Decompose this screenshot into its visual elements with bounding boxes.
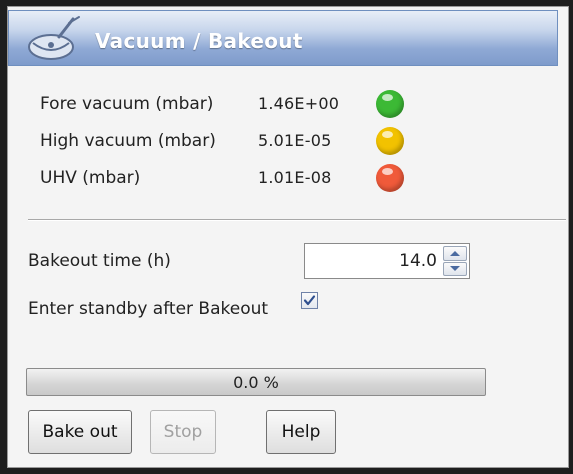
fore-vacuum-value: 1.46E+00	[258, 94, 340, 113]
high-vacuum-value: 5.01E-05	[258, 131, 332, 150]
standby-after-bakeout-label: Enter standby after Bakeout	[28, 299, 269, 319]
help-button[interactable]: Help	[266, 410, 336, 454]
vacuum-gauge-icon	[23, 13, 85, 69]
chevron-down-icon	[450, 266, 460, 272]
increment-button[interactable]	[443, 246, 467, 261]
vacuum-bakeout-panel	[7, 6, 569, 468]
high-vacuum-status-led	[376, 127, 404, 155]
checkmark-icon	[303, 295, 316, 306]
uhv-value: 1.01E-08	[258, 168, 332, 187]
bakeout-time-spinner	[443, 246, 467, 276]
stop-button[interactable]: Stop	[150, 410, 216, 454]
bake-out-button[interactable]: Bake out	[28, 410, 132, 454]
panel-title: Vacuum / Bakeout	[95, 29, 303, 53]
decrement-button[interactable]	[443, 261, 467, 276]
fore-vacuum-label: Fore vacuum (mbar)	[40, 94, 214, 114]
panel-header: Vacuum / Bakeout	[8, 10, 558, 66]
standby-after-bakeout-checkbox[interactable]	[301, 292, 318, 309]
chevron-up-icon	[450, 250, 460, 256]
bakeout-time-value[interactable]: 14.0	[399, 251, 437, 271]
bakeout-progress-bar: 0.0 %	[26, 368, 486, 396]
fore-vacuum-status-led	[376, 90, 404, 118]
section-divider	[28, 219, 566, 221]
high-vacuum-label: High vacuum (mbar)	[40, 131, 216, 151]
progress-text: 0.0 %	[233, 373, 279, 392]
uhv-status-led	[376, 164, 404, 192]
bakeout-time-stepper[interactable]: 14.0	[304, 243, 470, 279]
bakeout-time-label: Bakeout time (h)	[28, 251, 171, 271]
uhv-label: UHV (mbar)	[40, 168, 141, 188]
